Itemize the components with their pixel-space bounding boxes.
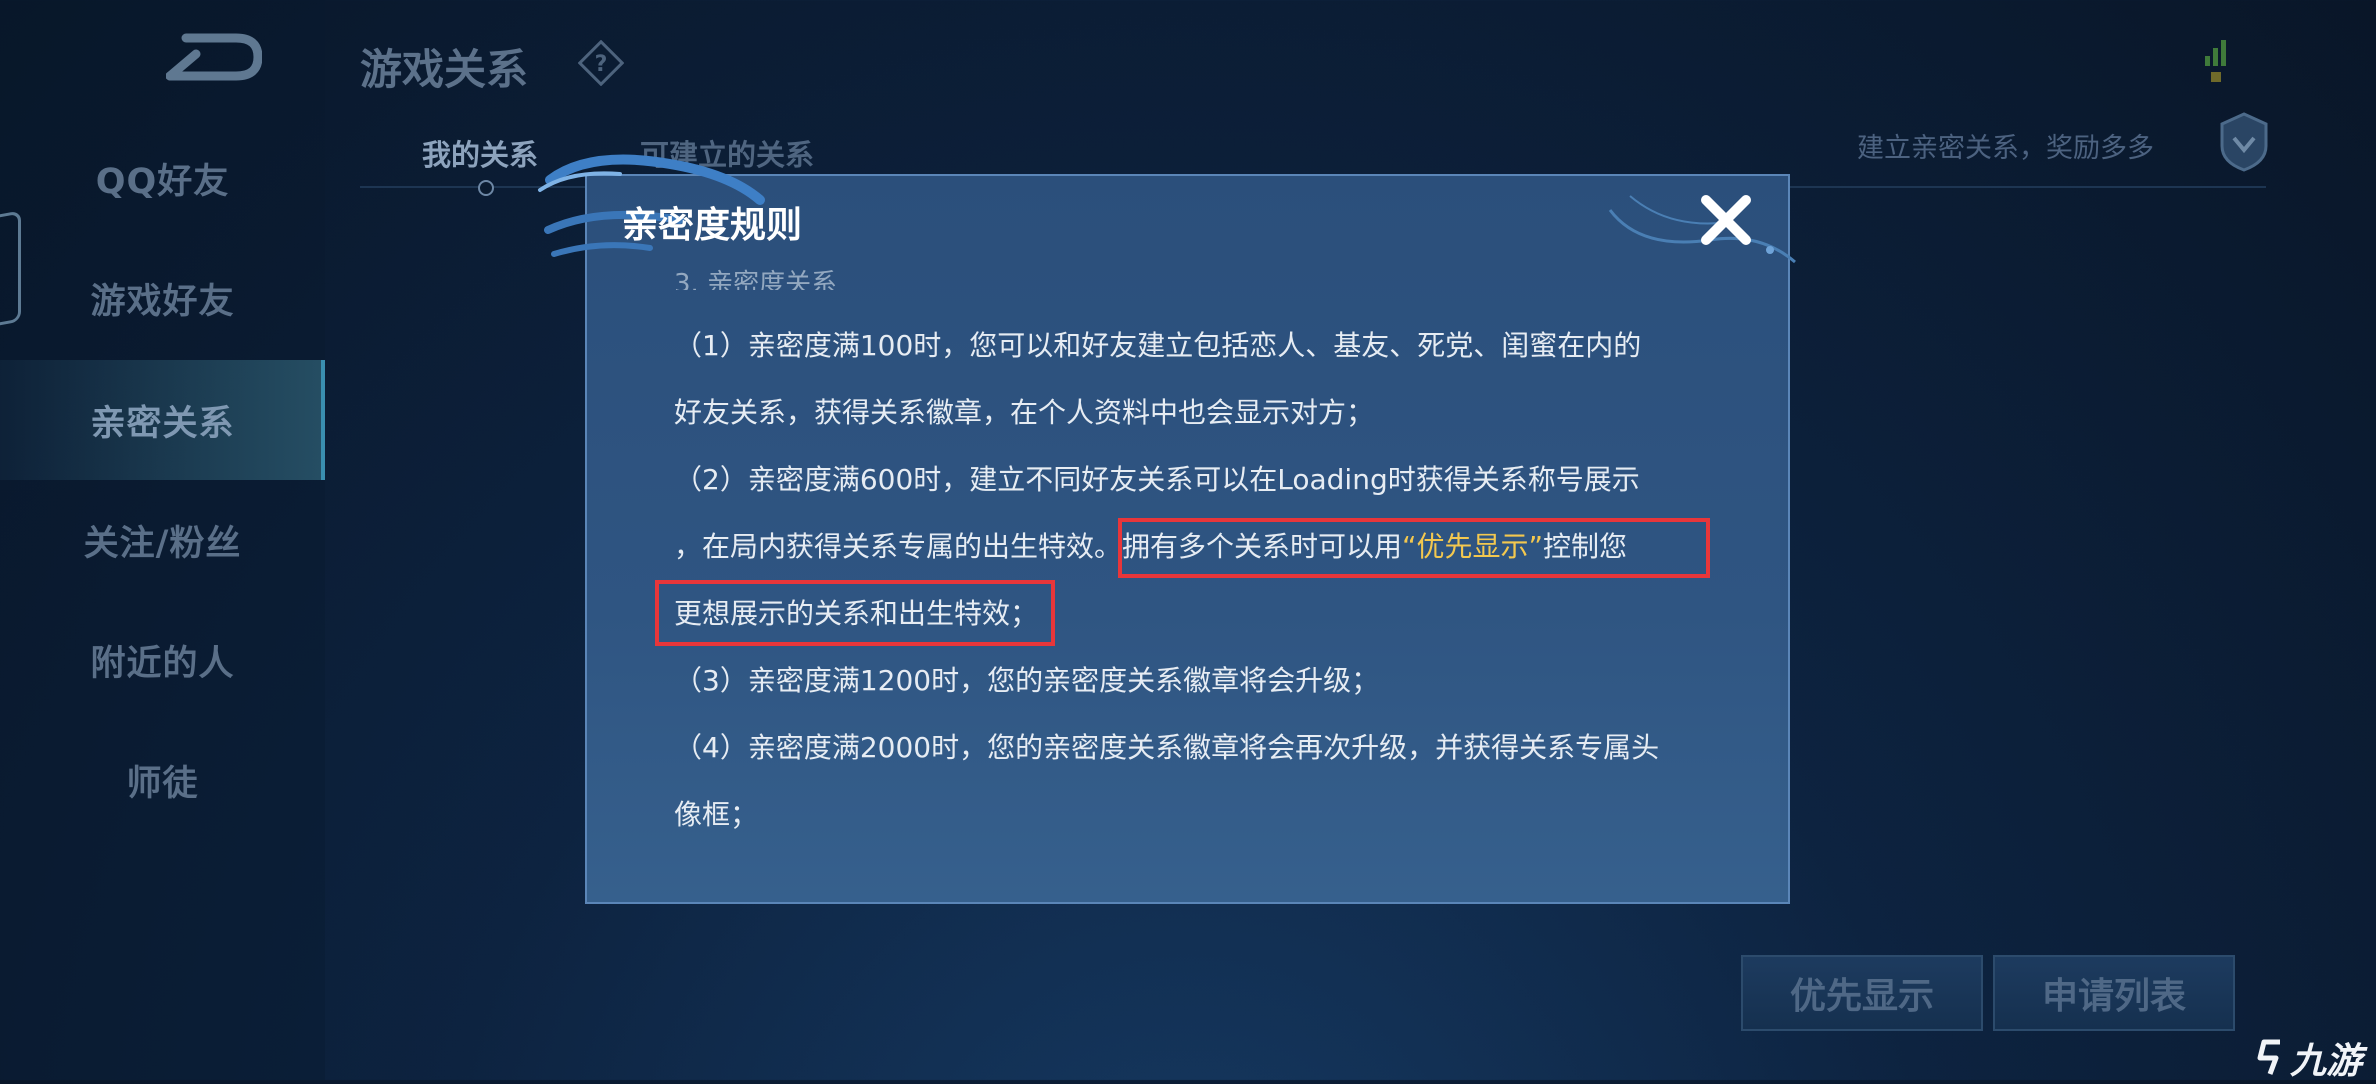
rule-3-line: （3）亲密度满1200时，您的亲密度关系徽章将会升级； xyxy=(674,664,1380,697)
tab-indicator xyxy=(478,180,494,196)
sidebar-item-mentor[interactable]: 师徒 xyxy=(0,740,325,820)
dialog-title: 亲密度规则 xyxy=(622,205,803,246)
svg-text:?: ? xyxy=(595,52,608,77)
rule-4-line-b: 像框； xyxy=(674,798,759,831)
tab-my-relations[interactable]: 我的关系 xyxy=(422,132,538,174)
jiuyou-logo-icon xyxy=(2257,1039,2280,1075)
rule-2-line-a: （2）亲密度满600时，建立不同好友关系可以在Loading时获得关系称号展示 xyxy=(674,463,1640,496)
rule-1-line-a: （1）亲密度满100时，您可以和好友建立包括恋人、基友、死党、闺蜜在内的 xyxy=(674,329,1642,362)
sidebar-item-intimate[interactable]: 亲密关系 xyxy=(0,360,325,480)
close-icon[interactable] xyxy=(1694,188,1758,252)
sidebar-item-follow-fans[interactable]: 关注/粉丝 xyxy=(0,500,325,580)
shield-icon[interactable] xyxy=(2218,110,2270,174)
reward-hint: 建立亲密关系，奖励多多 xyxy=(1857,133,2154,164)
back-icon[interactable] xyxy=(166,32,262,82)
highlight-box xyxy=(655,580,1055,646)
rule-2-text-pre: ，在局内获得关系专属的出生特效。 xyxy=(674,530,1123,563)
request-list-button[interactable]: 申请列表 xyxy=(1993,955,2235,1031)
left-edge-frame xyxy=(0,210,21,331)
sidebar-item-label: 关注/粉丝 xyxy=(83,523,242,564)
sidebar-item-label: 师徒 xyxy=(126,763,199,804)
rule-4-line-a: （4）亲密度满2000时，您的亲密度关系徽章将会再次升级，并获得关系专属头 xyxy=(674,731,1660,764)
watermark-text: 九游 xyxy=(2289,1041,2362,1082)
signal-icon xyxy=(2205,40,2226,82)
sidebar-item-qq-friends[interactable]: QQ好友 xyxy=(0,138,325,218)
sidebar-item-label: 游戏好友 xyxy=(90,281,235,322)
highlight-box xyxy=(1118,518,1710,578)
watermark: 九游 xyxy=(2256,1032,2362,1084)
rule-1-line-b: 好友关系，获得关系徽章，在个人资料中也会显示对方； xyxy=(674,396,1375,429)
sidebar-item-nearby[interactable]: 附近的人 xyxy=(0,620,325,700)
sidebar-item-label: 亲密关系 xyxy=(90,403,235,444)
help-icon[interactable]: ? xyxy=(578,40,624,86)
sidebar-item-game-friends[interactable]: 游戏好友 xyxy=(0,258,325,338)
sidebar-item-label: 附近的人 xyxy=(90,643,235,684)
page-title: 游戏关系 xyxy=(360,45,529,94)
priority-display-button[interactable]: 优先显示 xyxy=(1741,955,1983,1031)
sidebar: QQ好友 游戏好友 亲密关系 关注/粉丝 附近的人 师徒 xyxy=(0,0,325,1080)
sidebar-item-label: QQ好友 xyxy=(95,161,230,202)
